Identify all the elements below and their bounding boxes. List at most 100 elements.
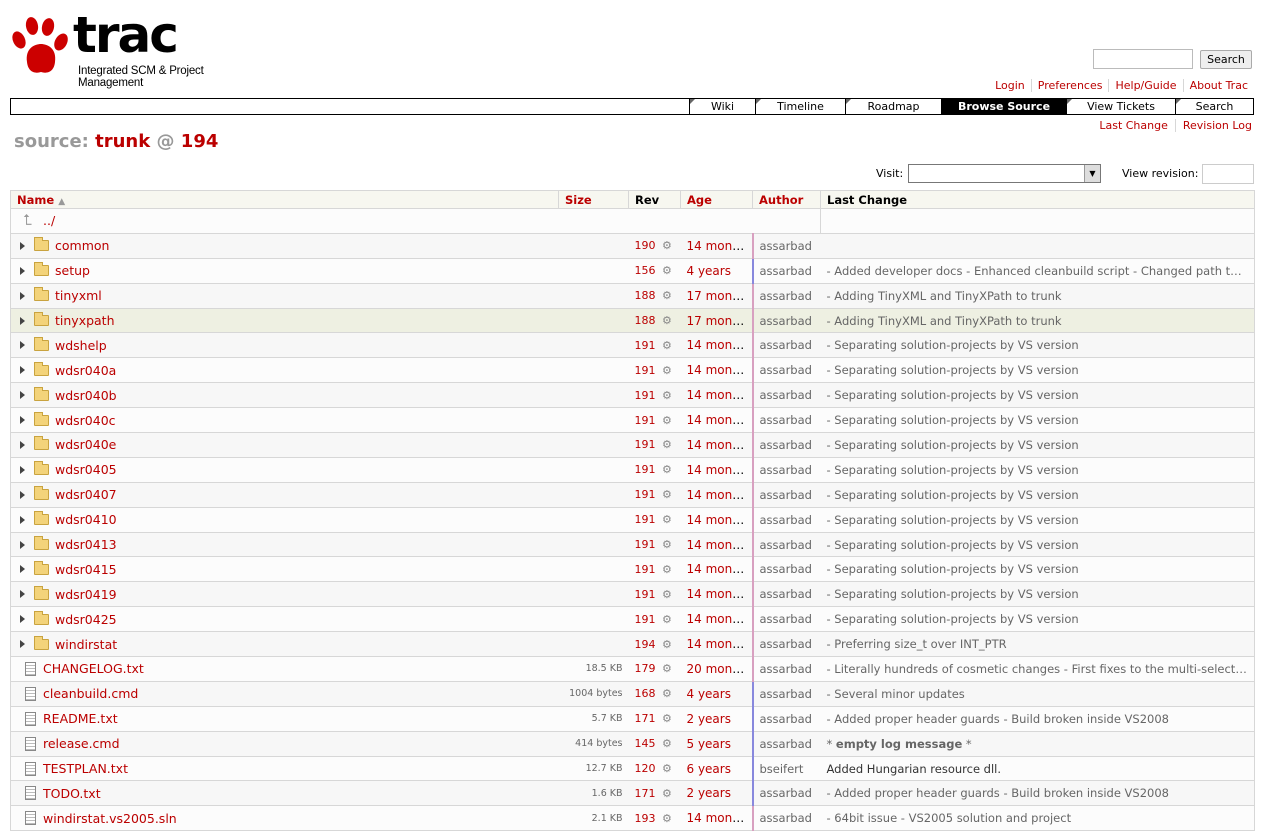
entry-name-link[interactable]: setup — [55, 263, 90, 278]
tab-timeline[interactable]: Timeline — [755, 99, 845, 114]
revision-link[interactable]: 191 — [635, 438, 656, 451]
preferences-link[interactable]: Preferences — [1030, 79, 1109, 92]
directory-row[interactable]: setup 156 ⚙ 4 years assarbad - Added develop… — [10, 258, 1255, 284]
age-link[interactable]: 4 years — [687, 687, 731, 701]
directory-row[interactable]: wdsr040b 191 ⚙ 14 months assarbad - Separati… — [10, 382, 1255, 409]
expand-arrow-icon[interactable] — [20, 266, 25, 275]
directory-row[interactable]: wdshelp 191 ⚙ 14 months assarbad - Separatin… — [10, 332, 1255, 359]
expand-arrow-icon[interactable] — [20, 465, 25, 474]
file-row[interactable]: release.cmd 414 bytes 145 ⚙ 5 years assarbad… — [10, 731, 1255, 757]
file-row[interactable]: TODO.txt 1.6 KB 171 ⚙ 2 years assarbad - Adde… — [10, 780, 1255, 807]
changeset-gear-icon[interactable]: ⚙ — [659, 613, 672, 626]
login-link[interactable]: Login — [989, 79, 1031, 92]
expand-arrow-icon[interactable] — [20, 640, 25, 649]
directory-row[interactable]: wdsr0413 191 ⚙ 14 months assarbad - Separati… — [10, 532, 1255, 558]
age-link[interactable]: 14 months — [687, 438, 751, 452]
age-link[interactable]: 2 years — [687, 786, 731, 800]
entry-name-link[interactable]: CHANGELOG.txt — [43, 661, 144, 676]
name-column-header[interactable]: Name ▲ — [10, 190, 559, 209]
age-link[interactable]: 14 months — [687, 811, 751, 825]
expand-arrow-icon[interactable] — [20, 590, 25, 599]
entry-name-link[interactable]: windirstat.vs2005.sln — [43, 811, 177, 826]
file-row[interactable]: CHANGELOG.txt 18.5 KB 179 ⚙ 20 months assarb… — [10, 656, 1255, 682]
entry-name-link[interactable]: cleanbuild.cmd — [43, 686, 138, 701]
age-link[interactable]: 14 months — [687, 413, 751, 427]
expand-arrow-icon[interactable] — [20, 540, 25, 549]
changeset-gear-icon[interactable]: ⚙ — [659, 787, 672, 800]
revision-link[interactable]: 120 — [635, 762, 656, 775]
revision-link[interactable]: 191 — [635, 339, 656, 352]
expand-arrow-icon[interactable] — [20, 416, 25, 425]
age-link[interactable]: 6 years — [687, 762, 731, 776]
age-link[interactable]: 14 months — [687, 538, 751, 552]
directory-row[interactable]: wdsr040a 191 ⚙ 14 months assarbad - Separati… — [10, 357, 1255, 384]
revision-link[interactable]: 190 — [635, 239, 656, 252]
revision-link[interactable]: 191 — [635, 414, 656, 427]
entry-name-link[interactable]: wdsr0410 — [55, 512, 117, 527]
directory-row[interactable]: tinyxml 188 ⚙ 17 months assarbad - Adding Ti… — [10, 283, 1255, 309]
age-link[interactable]: 17 months — [687, 289, 751, 303]
directory-row[interactable]: wdsr0425 191 ⚙ 14 months assarbad - Separati… — [10, 606, 1255, 633]
directory-row[interactable]: wdsr0410 191 ⚙ 14 months assarbad - Separati… — [10, 507, 1255, 533]
file-row[interactable]: cleanbuild.cmd 1004 bytes 168 ⚙ 4 years assa… — [10, 681, 1255, 707]
size-column-header[interactable]: Size — [558, 190, 629, 209]
view-revision-input[interactable] — [1202, 164, 1254, 184]
changeset-gear-icon[interactable]: ⚙ — [659, 538, 672, 551]
revision-link[interactable]: 194 — [181, 131, 219, 152]
sort-by-size-link[interactable]: Size — [565, 193, 592, 207]
changeset-gear-icon[interactable]: ⚙ — [659, 264, 672, 277]
revision-link[interactable]: 191 — [635, 613, 656, 626]
entry-name-link[interactable]: wdsr040e — [55, 437, 116, 452]
revision-link[interactable]: 191 — [635, 488, 656, 501]
entry-name-link[interactable]: wdsr0425 — [55, 612, 117, 627]
entry-name-link[interactable]: wdshelp — [55, 338, 107, 353]
changeset-gear-icon[interactable]: ⚙ — [659, 662, 672, 675]
changeset-gear-icon[interactable]: ⚙ — [659, 463, 672, 476]
path-trunk-link[interactable]: trunk — [95, 131, 150, 152]
entry-name-link[interactable]: release.cmd — [43, 736, 120, 751]
changeset-gear-icon[interactable]: ⚙ — [659, 563, 672, 576]
entry-name-link[interactable]: wdsr0413 — [55, 537, 117, 552]
changeset-gear-icon[interactable]: ⚙ — [659, 339, 672, 352]
file-row[interactable]: TESTPLAN.txt 12.7 KB 120 ⚙ 6 years bseifert A… — [10, 756, 1255, 782]
entry-name-link[interactable]: wdsr040c — [55, 413, 116, 428]
changeset-gear-icon[interactable]: ⚙ — [659, 438, 672, 451]
expand-arrow-icon[interactable] — [20, 241, 25, 250]
changeset-gear-icon[interactable]: ⚙ — [659, 638, 672, 651]
expand-arrow-icon[interactable] — [20, 515, 25, 524]
entry-name-link[interactable]: tinyxpath — [55, 313, 115, 328]
changeset-gear-icon[interactable]: ⚙ — [659, 588, 672, 601]
trac-logo[interactable]: trac Integrated SCM & Project Management — [11, 6, 251, 89]
parent-dir-link[interactable]: ../ — [43, 213, 55, 228]
expand-arrow-icon[interactable] — [20, 615, 25, 624]
changeset-gear-icon[interactable]: ⚙ — [659, 687, 672, 700]
visit-select[interactable]: ▼ — [908, 164, 1101, 183]
directory-row[interactable]: wdsr0407 191 ⚙ 14 months assarbad - Separati… — [10, 482, 1255, 508]
revision-link[interactable]: 191 — [635, 588, 656, 601]
entry-name-link[interactable]: wdsr040b — [55, 388, 117, 403]
age-link[interactable]: 14 months — [687, 612, 751, 626]
changeset-gear-icon[interactable]: ⚙ — [659, 289, 672, 302]
sort-by-age-link[interactable]: Age — [687, 193, 712, 207]
age-link[interactable]: 4 years — [687, 264, 731, 278]
expand-arrow-icon[interactable] — [20, 391, 25, 400]
age-link[interactable]: 14 months — [687, 637, 751, 651]
changeset-gear-icon[interactable]: ⚙ — [659, 389, 672, 402]
last-change-link[interactable]: Last Change — [1092, 119, 1175, 132]
age-link[interactable]: 14 months — [687, 587, 751, 601]
revision-link[interactable]: 194 — [635, 638, 656, 651]
entry-name-link[interactable]: wdsr0405 — [55, 462, 117, 477]
entry-name-link[interactable]: wdsr0415 — [55, 562, 117, 577]
expand-arrow-icon[interactable] — [20, 366, 25, 375]
tab-roadmap[interactable]: Roadmap — [845, 99, 941, 114]
directory-row[interactable]: common 190 ⚙ 14 months assarbad — [10, 233, 1255, 259]
entry-name-link[interactable]: windirstat — [55, 637, 117, 652]
age-link[interactable]: 14 months — [687, 562, 751, 576]
directory-row[interactable]: wdsr0405 191 ⚙ 14 months assarbad - Separati… — [10, 457, 1255, 483]
revision-link[interactable]: 168 — [635, 687, 656, 700]
revision-link[interactable]: 179 — [635, 662, 656, 675]
directory-row[interactable]: tinyxpath 188 ⚙ 17 months assarbad - Adding … — [10, 308, 1255, 334]
age-link[interactable]: 14 months — [687, 338, 751, 352]
directory-row[interactable]: wdsr0415 191 ⚙ 14 months assarbad - Separati… — [10, 556, 1255, 583]
tab-search[interactable]: Search — [1175, 99, 1253, 114]
